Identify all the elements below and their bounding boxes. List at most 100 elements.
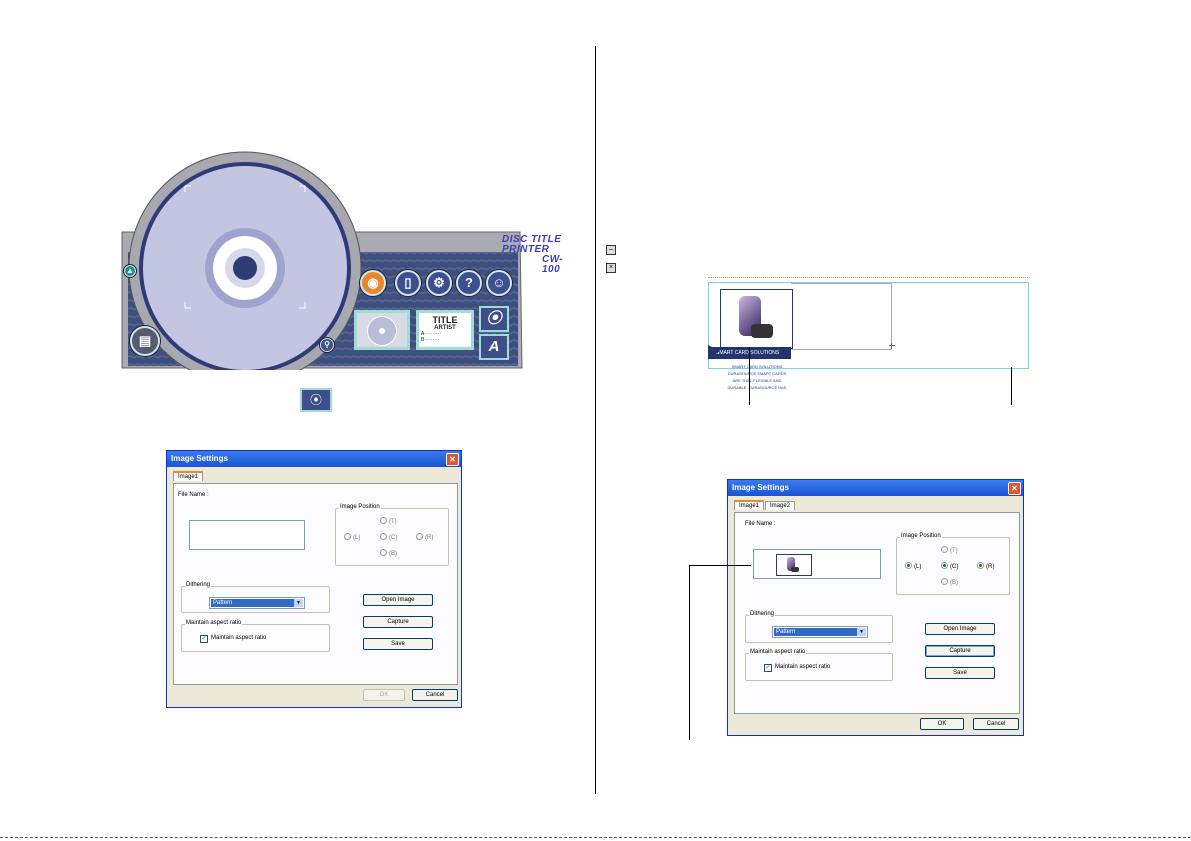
image-settings-dialog-loaded: Image Settings ✕ Image1 Image2 File Name …: [727, 479, 1024, 736]
dialog-titlebar: Image Settings ✕: [728, 480, 1023, 496]
dithering-value: Pattern: [774, 628, 866, 636]
close-button[interactable]: ×: [606, 263, 616, 273]
disc-title-printer-app: DISC TITLE PRINTER CW-100 –× ▲ ▤ ⚲ ◉ ▯ ⚙…: [110, 120, 616, 370]
band-arrow: [708, 345, 720, 357]
aspect-ratio-group: Maintain aspect ratio Maintain aspect ra…: [745, 649, 893, 681]
close-icon[interactable]: ✕: [446, 453, 459, 466]
text-layout-thumbnail[interactable]: TITLE ARTIST A·········· B·········: [416, 310, 474, 350]
layout-guide-box: [791, 283, 892, 350]
app-title-line2: CW-100: [542, 254, 564, 275]
dithering-value: Pattern: [211, 599, 303, 607]
page-divider: [595, 46, 596, 794]
ok-button[interactable]: OK: [920, 718, 964, 730]
position-right-radio[interactable]: (R): [977, 562, 994, 570]
position-left-radio[interactable]: (L): [344, 533, 360, 541]
ok-button[interactable]: OK: [363, 689, 405, 701]
image-settings-dialog-empty: Image Settings ✕ Image1 File Name : Imag…: [166, 450, 462, 708]
tab-image1[interactable]: Image1: [173, 471, 204, 481]
aspect-ratio-group-label: Maintain aspect ratio: [749, 649, 807, 655]
app-title-line1: DISC TITLE PRINTER: [502, 234, 562, 255]
layout-image-thumbnail: [720, 289, 793, 349]
dithering-group: Dithering Pattern ▼: [745, 611, 893, 643]
position-left-radio[interactable]: (L): [905, 562, 921, 570]
zoom-button[interactable]: ⚲: [320, 338, 334, 352]
print-button[interactable]: ▤: [130, 326, 160, 356]
dithering-select[interactable]: Pattern ▼: [772, 626, 868, 638]
center-mark-h: [889, 345, 895, 346]
tab-image1[interactable]: Image1: [734, 500, 765, 510]
tab-panel: File Name : Image Position (T) (L) (C) (…: [734, 512, 1020, 714]
callout-line-frame: [1011, 367, 1012, 405]
image-position-label: Image Position: [339, 504, 381, 510]
page-bottom-rule: [0, 837, 1191, 838]
disc-preview-icon: [367, 316, 397, 346]
image-position-label: Image Position: [900, 533, 942, 539]
image-settings-icon: ⦿: [300, 388, 332, 412]
position-center-radio[interactable]: (C): [941, 562, 958, 570]
label-line-b: B·········: [421, 337, 440, 343]
file-name-label: File Name :: [178, 492, 209, 498]
save-button[interactable]: Save: [925, 667, 995, 679]
position-bottom-radio[interactable]: (B): [941, 578, 958, 586]
chevron-down-icon[interactable]: ▼: [294, 599, 303, 607]
phone-stand-image: [791, 567, 799, 572]
caption-line-3: ARE THIN, FLEXIBLE AND: [732, 378, 782, 383]
minimize-button[interactable]: –: [606, 245, 616, 255]
dithering-label: Dithering: [749, 611, 776, 617]
dithering-group: Dithering Pattern ▼: [181, 582, 330, 613]
disc-mode-button[interactable]: ◉: [360, 270, 386, 296]
cancel-button[interactable]: Cancel: [973, 718, 1019, 730]
callout-line-image: [749, 347, 750, 405]
disc-layout-thumbnail[interactable]: [354, 310, 410, 350]
maintain-aspect-checkbox[interactable]: Maintain aspect ratio: [200, 635, 266, 643]
app-title: DISC TITLE PRINTER CW-100: [502, 235, 563, 275]
new-document-button[interactable]: ▯: [395, 270, 421, 296]
save-button[interactable]: Save: [363, 638, 433, 650]
help-button[interactable]: ?: [456, 270, 482, 296]
caption-line-2: DURASOURCE SMART CARDS: [727, 371, 787, 376]
callout-line-preview-v: [689, 565, 690, 740]
dithering-select[interactable]: Pattern ▼: [209, 597, 305, 609]
dialog-title: Image Settings: [732, 483, 789, 492]
capture-button[interactable]: Capture: [363, 616, 433, 628]
position-center-radio[interactable]: (C): [380, 533, 397, 541]
capture-button[interactable]: Capture: [925, 645, 995, 657]
image-position-group: Image Position (T) (L) (C) (R) (B): [896, 533, 1010, 595]
image-preview-box: [753, 549, 881, 579]
dialog-tabs: Image1: [173, 471, 204, 481]
image-settings-button[interactable]: ⦿: [479, 306, 509, 332]
position-bottom-radio[interactable]: (B): [380, 549, 397, 557]
tab-image2[interactable]: Image2: [765, 501, 796, 510]
print-area-top-guide: [708, 277, 1028, 282]
caption-line-1: SMART CARD SOLUTIONS: [731, 364, 783, 369]
tab-panel: File Name : Image Position (T) (L) (C) (…: [173, 483, 458, 685]
caption-line-4: DURABLE. DURASOURCE HAS: [727, 385, 787, 390]
callout-line-preview-h: [689, 565, 751, 566]
tutorial-button[interactable]: ☺: [486, 270, 512, 296]
font-button[interactable]: A: [479, 334, 509, 360]
file-name-label: File Name :: [745, 521, 776, 527]
eject-button[interactable]: ▲: [124, 265, 136, 277]
dithering-label: Dithering: [185, 582, 212, 588]
position-top-radio[interactable]: (T): [380, 517, 397, 525]
position-top-radio[interactable]: (T): [941, 546, 958, 554]
label-title: TITLE: [432, 315, 458, 325]
chevron-down-icon[interactable]: ▼: [857, 628, 866, 636]
loaded-image-thumbnail: [776, 554, 812, 576]
open-image-button[interactable]: Open Image: [925, 623, 995, 635]
maintain-aspect-checkbox[interactable]: Maintain aspect ratio: [764, 664, 830, 672]
position-right-radio[interactable]: (R): [416, 533, 433, 541]
window-buttons: –×: [605, 238, 616, 274]
settings-wrench-button[interactable]: ⚙: [426, 270, 452, 296]
aspect-ratio-group: Maintain aspect ratio Maintain aspect ra…: [181, 620, 330, 652]
dialog-titlebar: Image Settings ✕: [167, 451, 461, 467]
center-mark-v: [891, 343, 892, 349]
image-position-group: Image Position (T) (L) (C) (R) (B): [335, 504, 449, 566]
phone-stand-image: [751, 324, 773, 338]
cancel-button[interactable]: Cancel: [412, 689, 458, 701]
open-image-button[interactable]: Open Image: [363, 594, 433, 606]
dialog-tabs: Image1 Image2: [734, 500, 796, 510]
close-icon[interactable]: ✕: [1008, 482, 1021, 495]
aspect-ratio-group-label: Maintain aspect ratio: [185, 620, 243, 626]
dialog-title: Image Settings: [171, 454, 228, 463]
